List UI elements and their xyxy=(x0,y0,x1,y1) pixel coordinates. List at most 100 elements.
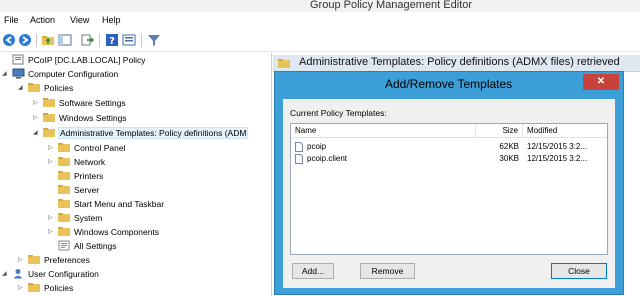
tree-node-windows-settings[interactable]: ▷ Windows Settings xyxy=(33,111,127,125)
tree-expander[interactable]: ▷ xyxy=(33,111,43,125)
tree-node-label: Preferences xyxy=(44,255,90,265)
tree-expander[interactable]: ▷ xyxy=(48,141,58,155)
dialog-body: Current Policy Templates: Name Size Modi… xyxy=(283,99,615,288)
up-folder-icon[interactable] xyxy=(41,33,55,47)
show-hide-tree-icon[interactable] xyxy=(58,33,72,47)
tree-node-label: Administrative Templates: Policy definit… xyxy=(57,127,249,139)
template-size: 30KB xyxy=(499,154,519,163)
folder-icon xyxy=(58,198,71,209)
list-item[interactable]: pcoip.client 30KB 12/15/2015 3:2... xyxy=(291,153,607,165)
window-title: Group Policy Management Editor xyxy=(310,0,473,11)
forward-icon[interactable] xyxy=(18,33,32,47)
folder-icon xyxy=(28,82,41,93)
add-button[interactable]: Add... xyxy=(292,263,334,279)
column-header-size[interactable]: Size xyxy=(476,124,523,138)
template-size: 62KB xyxy=(499,142,519,151)
tree-node-label: System xyxy=(74,213,103,223)
remove-button[interactable]: Remove xyxy=(360,263,415,279)
template-modified: 12/15/2015 3:2... xyxy=(527,154,588,163)
settings-icon xyxy=(58,240,71,251)
folder-icon xyxy=(43,127,56,138)
dialog-title-bar[interactable]: Add/Remove Templates ✕ xyxy=(275,72,623,96)
gpo-icon xyxy=(12,54,25,65)
tree-node-all-settings[interactable]: All Settings xyxy=(48,239,117,253)
tree-node-printers[interactable]: Printers xyxy=(48,169,103,183)
filter-icon[interactable] xyxy=(147,33,161,47)
tree-expander[interactable]: ◢ xyxy=(2,267,12,281)
tree-node-label: Software Settings xyxy=(59,98,126,108)
tree-expander[interactable]: ◢ xyxy=(33,126,43,140)
list-item[interactable]: pcoip 62KB 12/15/2015 3:2... xyxy=(291,141,607,153)
folder-icon xyxy=(58,212,71,223)
help-icon[interactable]: ? xyxy=(105,33,119,47)
tree-node-server[interactable]: Server xyxy=(48,183,99,197)
user-icon xyxy=(12,268,25,279)
tree-expander[interactable]: ▷ xyxy=(48,155,58,169)
tree-node-policy-root[interactable]: PCoIP [DC.LAB.LOCAL] Policy xyxy=(2,53,145,67)
tree-expander[interactable]: ◢ xyxy=(18,81,28,95)
tree-node-label: PCoIP [DC.LAB.LOCAL] Policy xyxy=(28,55,146,65)
tree-node-label: Network xyxy=(74,157,106,167)
folder-icon xyxy=(58,184,71,195)
menu-action[interactable]: Action xyxy=(30,15,55,25)
tree-expander[interactable]: ▷ xyxy=(48,225,58,239)
menu-file[interactable]: File xyxy=(4,15,19,25)
computer-icon xyxy=(12,68,25,79)
back-icon[interactable] xyxy=(2,33,16,47)
list-header: Name Size Modified xyxy=(291,124,607,138)
tree-node-label: Start Menu and Taskbar xyxy=(74,199,165,209)
tree-expander[interactable]: ▷ xyxy=(18,281,28,295)
tree-expander[interactable]: ▷ xyxy=(33,96,43,110)
tree-node-label: Windows Components xyxy=(74,227,160,237)
tree-expander[interactable]: ◢ xyxy=(2,67,12,81)
title-bar: Group Policy Management Editor xyxy=(0,0,640,12)
tree-expander[interactable]: ▷ xyxy=(18,253,28,267)
close-button[interactable]: Close xyxy=(551,263,607,279)
tree-node-windows-components[interactable]: ▷ Windows Components xyxy=(48,225,159,239)
tree-node-label: Computer Configuration xyxy=(28,69,119,79)
details-header-title: Administrative Templates: Policy definit… xyxy=(299,56,620,68)
tree-node-system[interactable]: ▷ System xyxy=(48,211,102,225)
tree-node-user-policies[interactable]: ▷ Policies xyxy=(18,281,73,295)
details-header: Administrative Templates: Policy definit… xyxy=(273,55,640,72)
tree-node-network[interactable]: ▷ Network xyxy=(48,155,105,169)
tree-node-computer-configuration[interactable]: ◢ Computer Configuration xyxy=(2,67,118,81)
menu-help[interactable]: Help xyxy=(102,15,121,25)
dialog-title: Add/Remove Templates xyxy=(385,77,513,91)
folder-icon xyxy=(43,97,56,108)
template-name: pcoip xyxy=(307,142,327,151)
close-icon[interactable]: ✕ xyxy=(583,74,619,90)
file-icon xyxy=(295,154,303,164)
folder-icon xyxy=(58,142,71,153)
tree-node-label: Policies xyxy=(44,283,74,293)
tree-node-preferences[interactable]: ▷ Preferences xyxy=(18,253,90,267)
tree-node-user-configuration[interactable]: ◢ User Configuration xyxy=(2,267,99,281)
templates-list[interactable]: Name Size Modified pcoip 62KB 12/15/2015… xyxy=(290,123,608,255)
tree-node-software-settings[interactable]: ▷ Software Settings xyxy=(33,96,126,110)
tree-expander[interactable]: ▷ xyxy=(48,211,58,225)
column-header-name[interactable]: Name xyxy=(291,124,476,138)
svg-text:?: ? xyxy=(109,36,115,47)
toolbar-separator xyxy=(141,34,142,47)
template-modified: 12/15/2015 3:2... xyxy=(527,142,588,151)
tree-node-label: Server xyxy=(74,185,100,195)
folder-icon xyxy=(58,170,71,181)
tree-node-label: User Configuration xyxy=(28,269,99,279)
column-header-modified[interactable]: Modified xyxy=(523,124,607,138)
tree-node-policies[interactable]: ◢ Policies xyxy=(18,81,73,95)
tree-node-control-panel[interactable]: ▷ Control Panel xyxy=(48,141,126,155)
tree-node-label: Printers xyxy=(74,171,104,181)
export-list-icon[interactable] xyxy=(80,33,94,47)
tree-node-label: Windows Settings xyxy=(59,113,127,123)
menu-bar: File Action View Help xyxy=(0,13,640,28)
menu-view[interactable]: View xyxy=(70,15,89,25)
folder-icon xyxy=(58,156,71,167)
tree-node-start-menu-taskbar[interactable]: Start Menu and Taskbar xyxy=(48,197,164,211)
folder-icon xyxy=(43,112,56,123)
console-tree[interactable]: PCoIP [DC.LAB.LOCAL] Policy ◢ Computer Co… xyxy=(0,53,272,296)
folder-icon xyxy=(28,254,41,265)
file-icon xyxy=(295,142,303,152)
properties-icon[interactable] xyxy=(122,33,136,47)
tree-node-administrative-templates[interactable]: ◢ Administrative Templates: Policy defini… xyxy=(33,126,249,140)
add-remove-templates-dialog: Add/Remove Templates ✕ Current Policy Te… xyxy=(274,71,624,295)
